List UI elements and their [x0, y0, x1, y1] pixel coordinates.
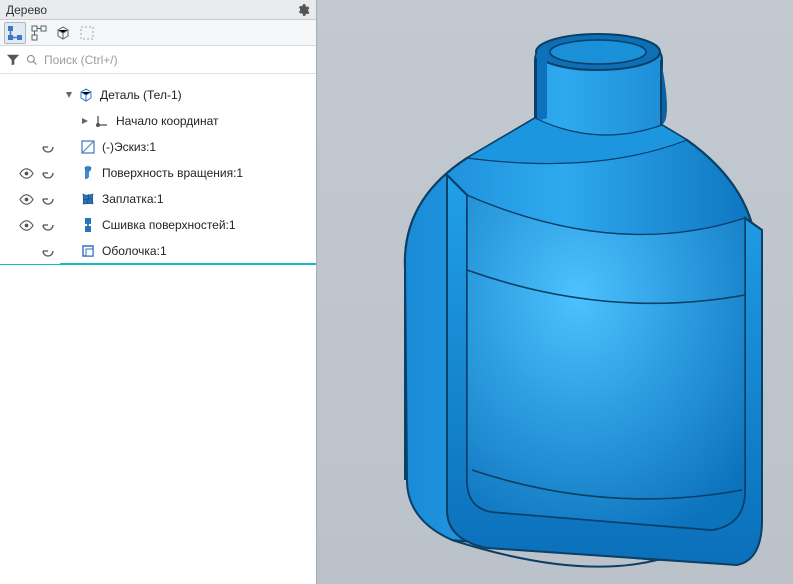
tree-node-label: (-)Эскиз:1 — [102, 140, 156, 154]
model-render — [317, 0, 793, 584]
include-icon[interactable] — [40, 191, 56, 207]
search-icon — [26, 54, 38, 66]
tree-node-origin[interactable]: Начало координат — [0, 108, 316, 134]
tree-node-shell[interactable]: Оболочка:1 — [0, 238, 316, 264]
tree-search — [0, 46, 316, 74]
include-icon[interactable] — [40, 243, 56, 259]
visibility-icon[interactable] — [18, 217, 34, 233]
tree-panel: Дерево — [0, 0, 317, 584]
tree-node-label: Сшивка поверхностей:1 — [102, 218, 236, 232]
expand-icon[interactable] — [64, 90, 74, 100]
toolbar-part-button[interactable] — [52, 22, 74, 44]
part-icon — [78, 87, 94, 103]
tree-node-label: Начало координат — [116, 114, 219, 128]
feature-tree[interactable]: Деталь (Тел-1) Начало координат — [0, 74, 316, 584]
origin-icon — [94, 113, 110, 129]
patch-icon — [80, 191, 96, 207]
tree-root-label: Деталь (Тел-1) — [100, 88, 182, 102]
3d-viewport[interactable] — [317, 0, 793, 584]
settings-gear-icon[interactable] — [296, 3, 310, 17]
visibility-icon[interactable] — [18, 191, 34, 207]
search-input[interactable] — [44, 53, 310, 67]
tree-node-sketch[interactable]: (-)Эскиз:1 — [0, 134, 316, 160]
shell-icon — [80, 243, 96, 259]
tree-node-knit-surfaces[interactable]: Сшивка поверхностей:1 — [0, 212, 316, 238]
toolbar-select-button[interactable] — [76, 22, 98, 44]
knit-icon — [80, 217, 96, 233]
app-root: Дерево — [0, 0, 793, 584]
tree-node-patch[interactable]: Заплатка:1 — [0, 186, 316, 212]
tree-panel-title: Дерево — [6, 3, 47, 17]
tree-node-revolve-surface[interactable]: Поверхность вращения:1 — [0, 160, 316, 186]
tree-root-part[interactable]: Деталь (Тел-1) — [0, 82, 316, 108]
search-input-wrap — [26, 53, 310, 67]
expand-icon[interactable] — [80, 116, 90, 126]
visibility-icon[interactable] — [18, 165, 34, 181]
sketch-icon — [80, 139, 96, 155]
tree-panel-header: Дерево — [0, 0, 316, 20]
toolbar-mode2-button[interactable] — [28, 22, 50, 44]
tree-node-label: Оболочка:1 — [102, 244, 167, 258]
include-icon[interactable] — [40, 139, 56, 155]
include-icon[interactable] — [40, 217, 56, 233]
tree-node-label: Заплатка:1 — [102, 192, 164, 206]
tree-toolbar — [0, 20, 316, 46]
include-icon[interactable] — [40, 165, 56, 181]
tree-node-label: Поверхность вращения:1 — [102, 166, 243, 180]
toolbar-build-tree-button[interactable] — [4, 22, 26, 44]
revolve-icon — [80, 165, 96, 181]
filter-icon[interactable] — [6, 53, 20, 67]
